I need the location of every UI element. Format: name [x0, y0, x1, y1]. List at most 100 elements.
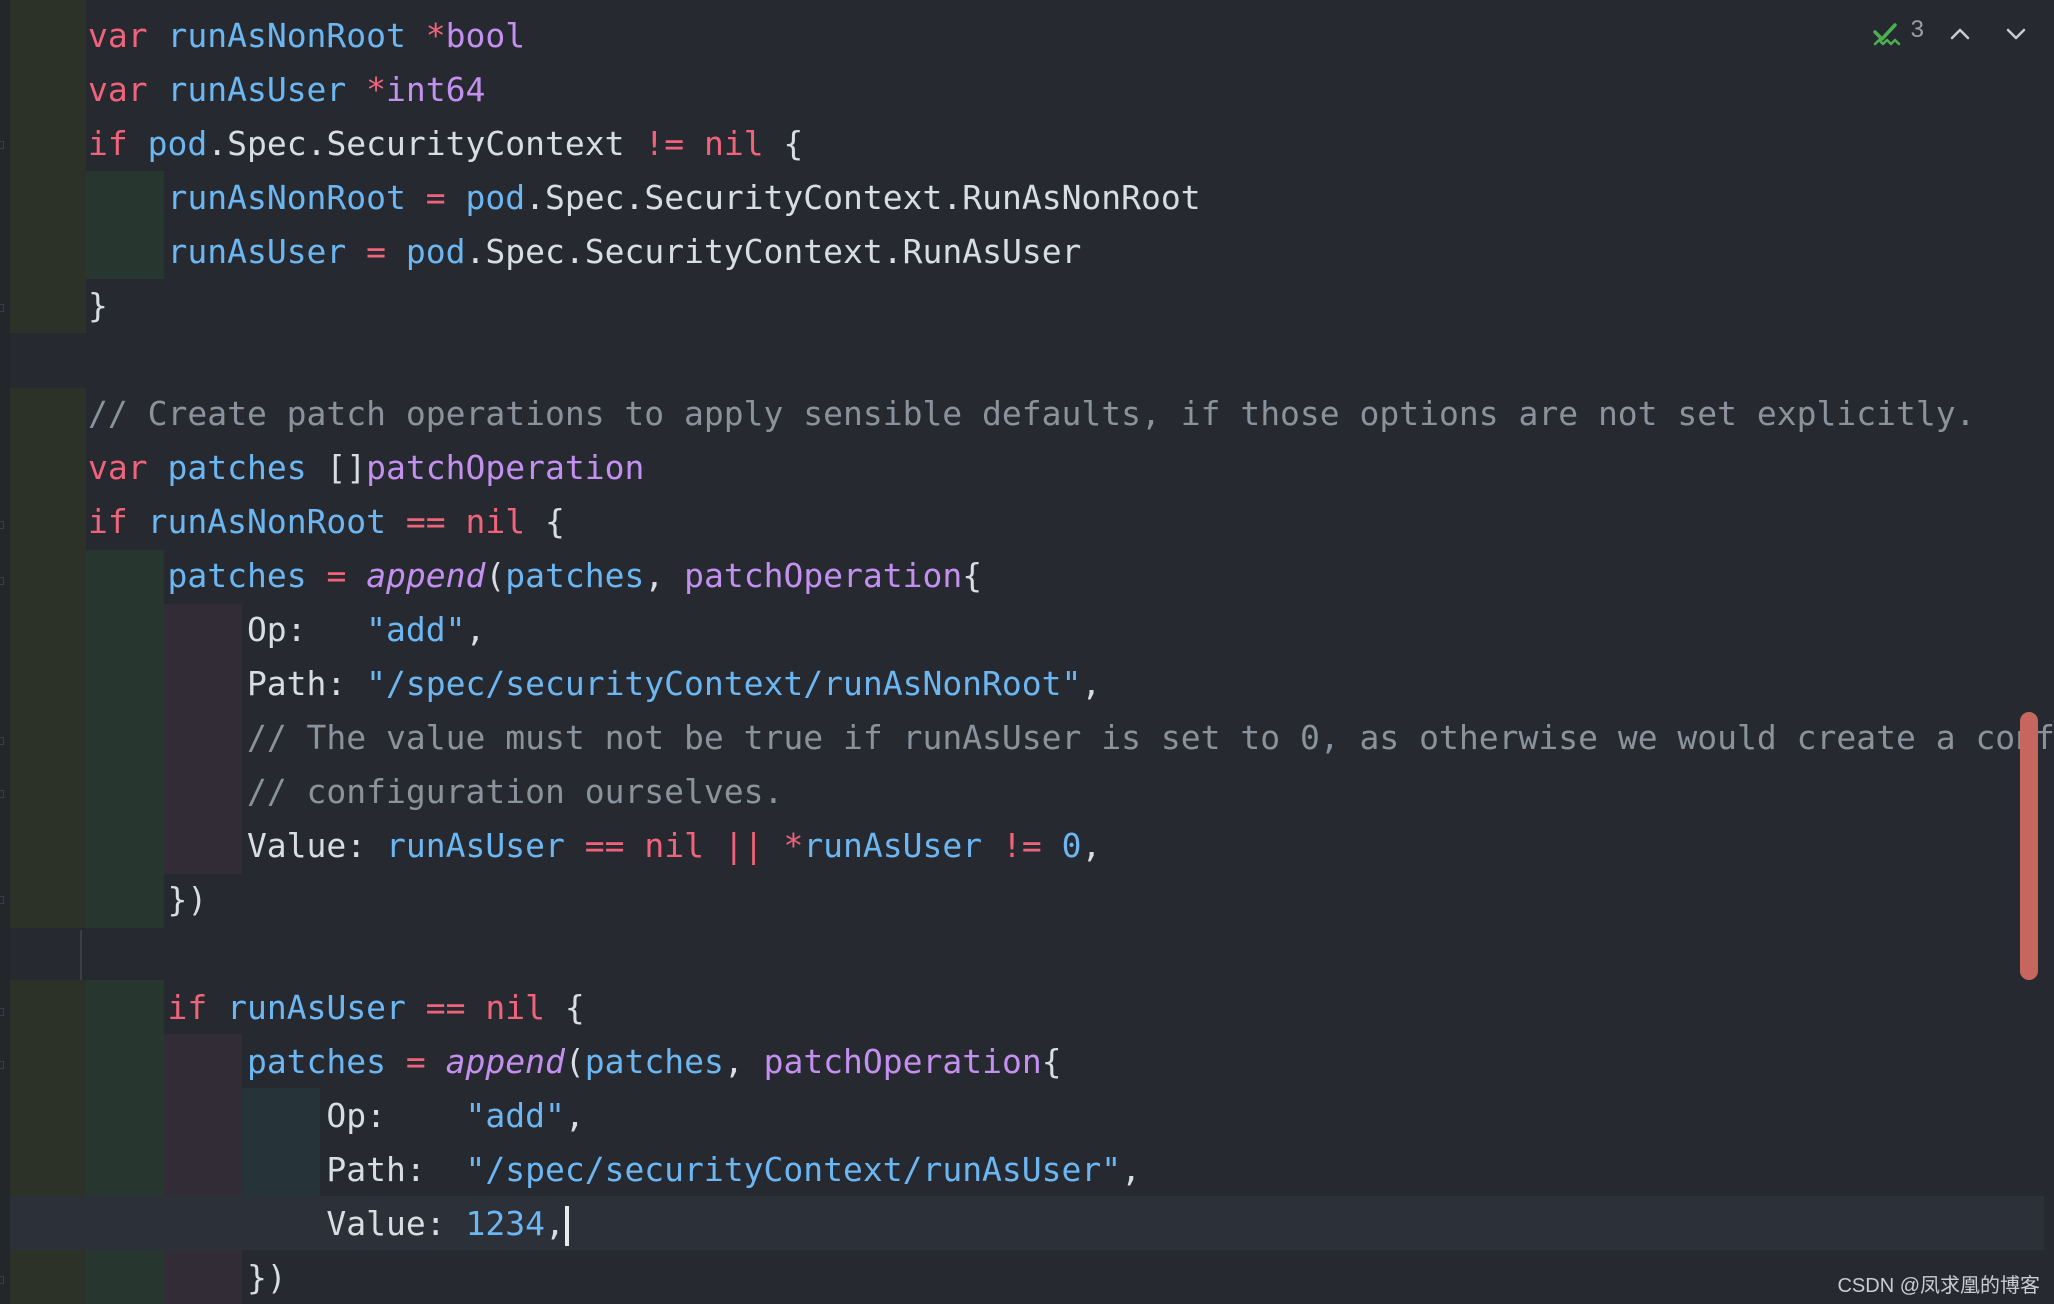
code-line[interactable]: Value: runAsUser == nil || *runAsUser !=… [88, 819, 1101, 873]
gutter[interactable] [0, 0, 10, 1304]
code-token: // The value must not be true if runAsUs… [246, 718, 2054, 757]
code-token: runAsNonRoot [147, 502, 387, 541]
inspection-count: 3 [1910, 16, 1924, 43]
code-token: Value: [88, 826, 387, 865]
code-token: append [445, 1042, 565, 1081]
indent-band [10, 0, 86, 333]
code-token: || [723, 826, 764, 865]
code-token: * [425, 16, 446, 55]
code-line[interactable]: if runAsUser == nil { [88, 981, 584, 1035]
inspection-widget[interactable]: 3 [1871, 14, 2036, 54]
code-token: runAsUser [167, 232, 347, 271]
code-token: var [88, 448, 148, 487]
code-token: 0 [1061, 826, 1082, 865]
code-token: Op: [88, 1096, 466, 1135]
fold-marker[interactable] [0, 896, 4, 904]
next-highlight-button[interactable] [1996, 14, 2036, 54]
code-token: pod [405, 232, 466, 271]
code-token: Op: [88, 610, 367, 649]
code-token: patchOperation [366, 448, 645, 487]
fold-marker[interactable] [0, 577, 4, 585]
code-line[interactable]: // Create patch operations to apply sens… [88, 387, 1975, 441]
code-token: nil [485, 988, 546, 1027]
fold-marker[interactable] [0, 304, 4, 312]
code-token: , [564, 1096, 585, 1135]
indent-band [10, 980, 86, 1304]
code-token: pod [465, 178, 526, 217]
code-token: "/spec/securityContext/runAsNonRoot" [366, 664, 1082, 703]
code-line[interactable]: var runAsUser *int64 [88, 63, 485, 117]
code-token: "add" [465, 1096, 565, 1135]
code-token: if [88, 502, 128, 541]
code-token: if [167, 988, 208, 1027]
code-token: 1234 [465, 1204, 545, 1243]
fold-marker[interactable] [0, 1008, 4, 1016]
previous-highlight-button[interactable] [1940, 14, 1980, 54]
code-token: ( [485, 556, 506, 595]
code-token: .Spec.SecurityContext [207, 124, 645, 163]
code-line[interactable]: Path: "/spec/securityContext/runAsUser", [88, 1143, 1141, 1197]
code-token: // Create patch operations to apply sens… [88, 394, 1976, 433]
code-line[interactable]: // The value must not be true if runAsUs… [88, 711, 2054, 765]
code-token: Value: [88, 1204, 466, 1243]
code-token: [] [306, 448, 367, 487]
code-token: patches [167, 556, 307, 595]
code-token: patchOperation [763, 1042, 1042, 1081]
code-line[interactable]: var runAsNonRoot *bool [88, 9, 525, 63]
fold-marker[interactable] [0, 1276, 4, 1284]
double-check-icon[interactable] [1871, 17, 1905, 51]
code-token: , [1081, 664, 1102, 703]
code-line[interactable]: runAsUser = pod.Spec.SecurityContext.Run… [88, 225, 1081, 279]
code-line[interactable]: Path: "/spec/securityContext/runAsNonRoo… [88, 657, 1101, 711]
code-token: { [525, 502, 565, 541]
code-token: patchOperation [684, 556, 963, 595]
code-token: runAsUser [167, 70, 347, 109]
code-token: nil [644, 826, 704, 865]
code-token: }) [88, 880, 208, 919]
code-line[interactable]: Value: 1234, [88, 1197, 569, 1251]
fold-marker[interactable] [0, 790, 4, 798]
code-line[interactable]: if runAsNonRoot == nil { [88, 495, 565, 549]
code-line[interactable]: patches = append(patches, patchOperation… [88, 549, 982, 603]
code-token: != [644, 124, 685, 163]
code-token: , [723, 1042, 764, 1081]
code-line[interactable]: patches = append(patches, patchOperation… [88, 1035, 1062, 1089]
code-line[interactable]: } [88, 279, 108, 333]
fold-marker[interactable] [0, 521, 4, 529]
code-token: ( [564, 1042, 585, 1081]
code-line[interactable]: if pod.Spec.SecurityContext != nil { [88, 117, 803, 171]
fold-marker[interactable] [0, 141, 4, 149]
code-line[interactable]: // configuration ourselves. [88, 765, 783, 819]
fold-marker[interactable] [0, 1061, 4, 1069]
code-line[interactable]: var patches []patchOperation [88, 441, 644, 495]
code-line[interactable]: }) [88, 1251, 287, 1304]
code-token: * [366, 70, 387, 109]
code-editor[interactable]: var runAsNonRoot *bool var runAsUser *int… [0, 0, 2054, 1304]
error-stripe-marker[interactable] [2020, 712, 2038, 980]
code-line[interactable]: Op: "add", [88, 1089, 585, 1143]
code-token: = [425, 178, 446, 217]
code-token: nil [465, 502, 526, 541]
code-token: nil [703, 124, 764, 163]
code-line[interactable]: Op: "add", [88, 603, 485, 657]
fold-marker[interactable] [0, 737, 4, 745]
code-line[interactable]: }) [88, 873, 207, 927]
code-token: == [405, 502, 446, 541]
code-line[interactable]: runAsNonRoot = pod.Spec.SecurityContext.… [88, 171, 1200, 225]
